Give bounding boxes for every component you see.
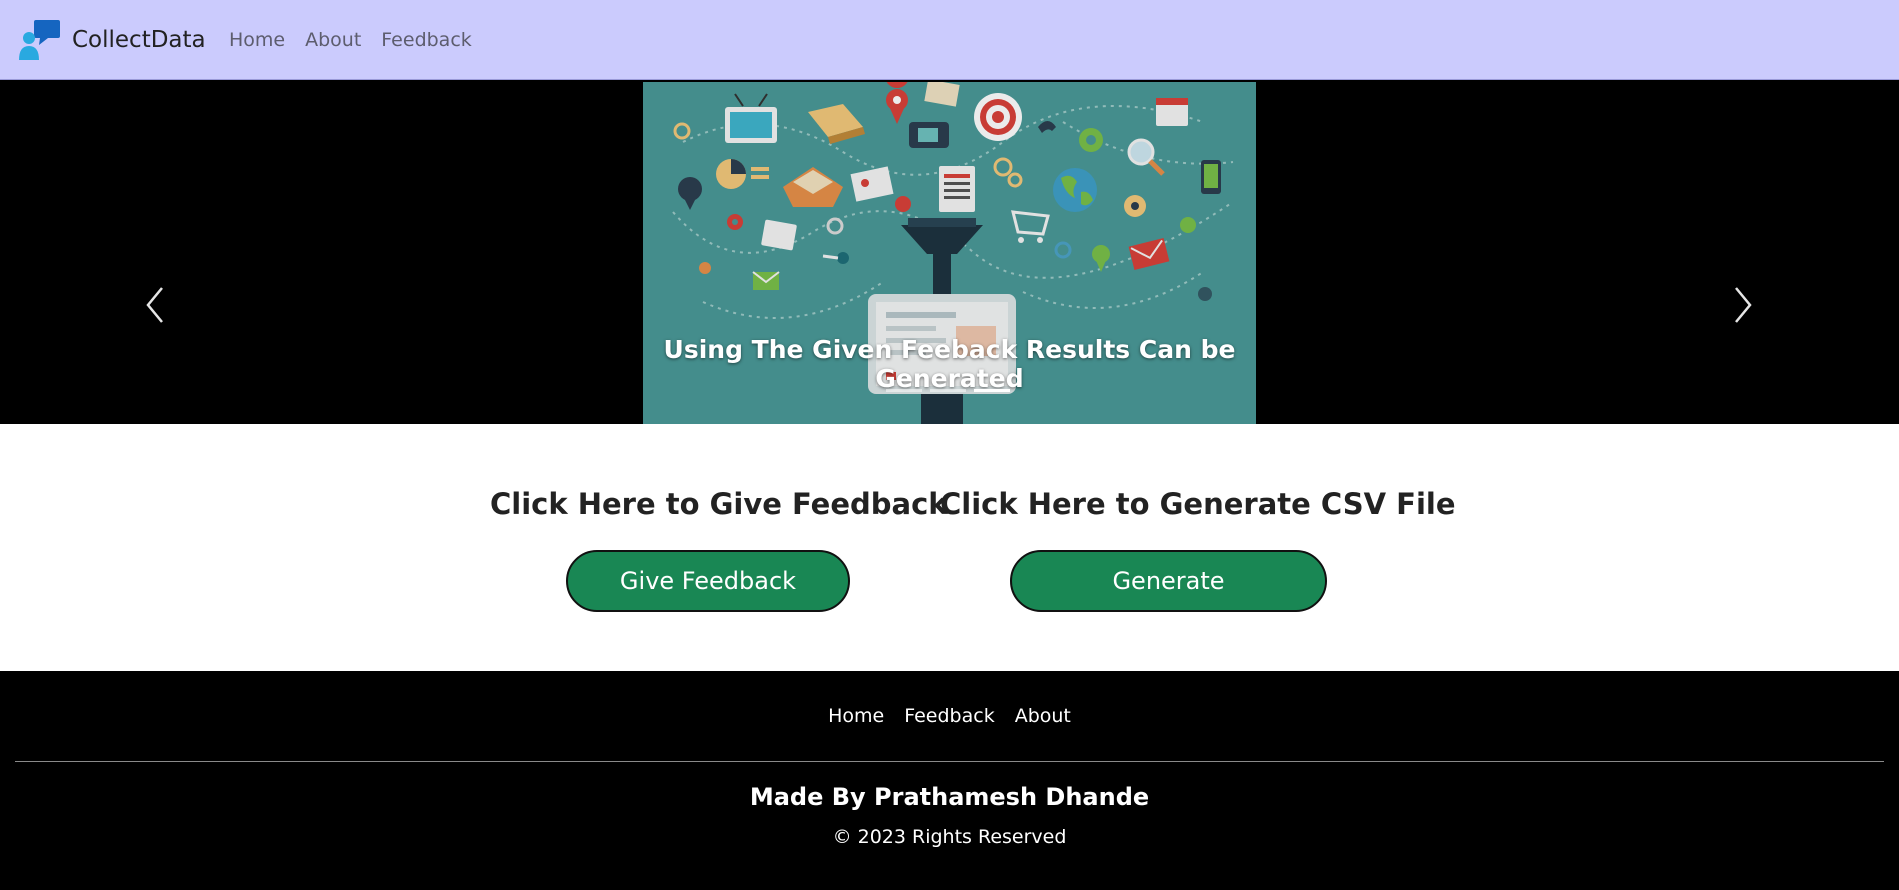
give-feedback-button[interactable]: Give Feedback — [566, 550, 850, 612]
footer-credit: Made By Prathamesh Dhande — [749, 783, 1150, 811]
footer-link-feedback[interactable]: Feedback — [904, 705, 994, 727]
carousel-indicator-3[interactable] — [974, 389, 1010, 392]
footer: Home Feedback About Made By Prathamesh D… — [0, 671, 1899, 890]
csv-section: Click Here to Generate CSV File Generate — [940, 482, 1456, 612]
carousel-prev-button[interactable] — [140, 280, 170, 330]
nav-link-home[interactable]: Home — [229, 29, 285, 51]
footer-copyright: © 2023 Rights Reserved — [832, 826, 1067, 848]
navbar: CollectData Home About Feedback — [0, 0, 1899, 80]
brand[interactable]: CollectData — [18, 18, 206, 62]
feedback-section: Click Here to Give Feedback Give Feedbac… — [490, 482, 948, 612]
footer-link-home[interactable]: Home — [828, 705, 884, 727]
generate-csv-button[interactable]: Generate — [1010, 550, 1327, 612]
nav-link-about[interactable]: About — [305, 29, 361, 51]
footer-divider — [15, 761, 1884, 762]
chevron-left-icon — [146, 287, 163, 323]
carousel-slide: Using The Given Feeback Results Can be G… — [643, 82, 1256, 424]
chevron-right-icon — [1735, 287, 1752, 323]
carousel-indicator-1[interactable] — [886, 389, 922, 392]
carousel-indicator-2[interactable] — [930, 389, 966, 392]
carousel-caption: Using The Given Feeback Results Can be G… — [663, 335, 1236, 393]
chat-user-icon — [19, 20, 60, 60]
footer-link-about[interactable]: About — [1015, 705, 1071, 727]
nav-links: Home About Feedback — [229, 29, 492, 51]
footer-links: Home Feedback About — [0, 705, 1899, 727]
feedback-heading: Click Here to Give Feedback — [490, 487, 948, 521]
csv-heading: Click Here to Generate CSV File — [940, 487, 1456, 521]
carousel-next-button[interactable] — [1728, 280, 1758, 330]
carousel-indicators — [886, 389, 1018, 392]
carousel: Using The Given Feeback Results Can be G… — [0, 80, 1899, 424]
nav-link-feedback[interactable]: Feedback — [381, 29, 471, 51]
brand-name: CollectData — [72, 27, 206, 53]
